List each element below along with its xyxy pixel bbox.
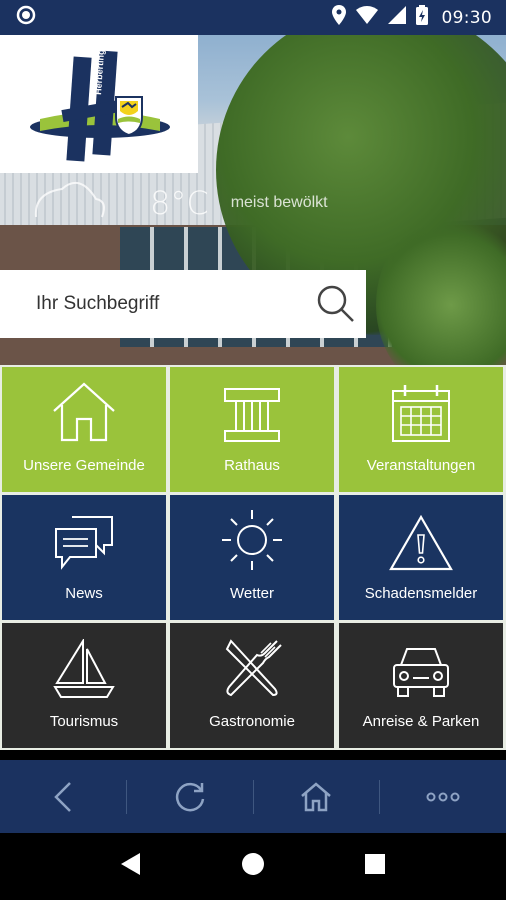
tile-anreise-parken[interactable]: Anreise & Parken [339, 623, 503, 748]
tile-label: Schadensmelder [364, 585, 478, 602]
more-icon [426, 792, 460, 801]
tile-unsere-gemeinde[interactable]: Unsere Gemeinde [2, 367, 166, 492]
circle-home-icon [241, 853, 264, 875]
tile-label: Wetter [230, 585, 274, 602]
hero-banner: Herbertingen 8°C meist bewölkt [0, 35, 506, 365]
tile-news[interactable]: News [2, 495, 166, 620]
sun-icon [222, 510, 282, 570]
tile-label: Veranstaltungen [366, 457, 476, 474]
home-icon [53, 382, 115, 442]
municipality-logo[interactable]: Herbertingen [0, 35, 198, 173]
search-button[interactable] [306, 270, 366, 338]
system-recents-button[interactable] [364, 853, 386, 880]
system-back-button[interactable] [120, 852, 142, 881]
tile-veranstaltungen[interactable]: Veranstaltungen [339, 367, 503, 492]
tile-rathaus[interactable]: Rathaus [170, 367, 334, 492]
tile-schadensmelder[interactable]: Schadensmelder [339, 495, 503, 620]
search-bar [0, 270, 366, 338]
car-icon [393, 648, 449, 697]
wifi-icon [355, 6, 378, 29]
reload-icon [175, 782, 204, 811]
system-home-button[interactable] [241, 852, 265, 881]
weather-description: meist bewölkt [230, 193, 328, 211]
tile-label: Tourismus [49, 713, 119, 730]
search-input[interactable] [36, 293, 306, 315]
notification-icon [16, 5, 36, 30]
back-button[interactable] [0, 760, 126, 833]
chat-bubbles-icon [55, 516, 113, 570]
tile-tourismus[interactable]: Tourismus [2, 623, 166, 748]
battery-icon [415, 5, 428, 30]
square-recents-icon [365, 854, 386, 874]
tile-label: Anreise & Parken [362, 713, 480, 730]
tile-gastronomie[interactable]: Gastronomie [170, 623, 334, 748]
home-icon [301, 781, 332, 811]
tile-label: Unsere Gemeinde [23, 457, 145, 474]
cloudy-icon [28, 175, 115, 230]
system-navigation-bar [0, 833, 506, 900]
tile-label: Rathaus [224, 457, 280, 474]
menu-tile-grid: Unsere Gemeinde Rathaus Veranstaltungen [0, 365, 506, 750]
app-navigation-bar [0, 760, 506, 833]
reload-button[interactable] [127, 760, 253, 833]
triangle-back-icon [120, 853, 140, 875]
tile-wetter[interactable]: Wetter [170, 495, 334, 620]
more-button[interactable] [380, 760, 506, 833]
status-time: 09:30 [441, 7, 492, 28]
tile-label: Gastronomie [209, 713, 295, 730]
warning-icon [389, 515, 453, 571]
calendar-icon [392, 385, 450, 442]
location-icon [331, 5, 346, 30]
fork-knife-icon [225, 639, 282, 697]
home-button[interactable] [254, 760, 380, 833]
weather-temperature: 8°C [150, 183, 209, 222]
town-hall-icon [224, 388, 280, 442]
tile-label: News [65, 585, 103, 602]
signal-icon [387, 6, 406, 29]
search-icon [317, 285, 354, 322]
status-bar: 09:30 [0, 0, 506, 35]
weather-widget[interactable]: 8°C meist bewölkt [28, 175, 328, 230]
back-icon [54, 781, 71, 812]
sailboat-icon [53, 639, 115, 698]
